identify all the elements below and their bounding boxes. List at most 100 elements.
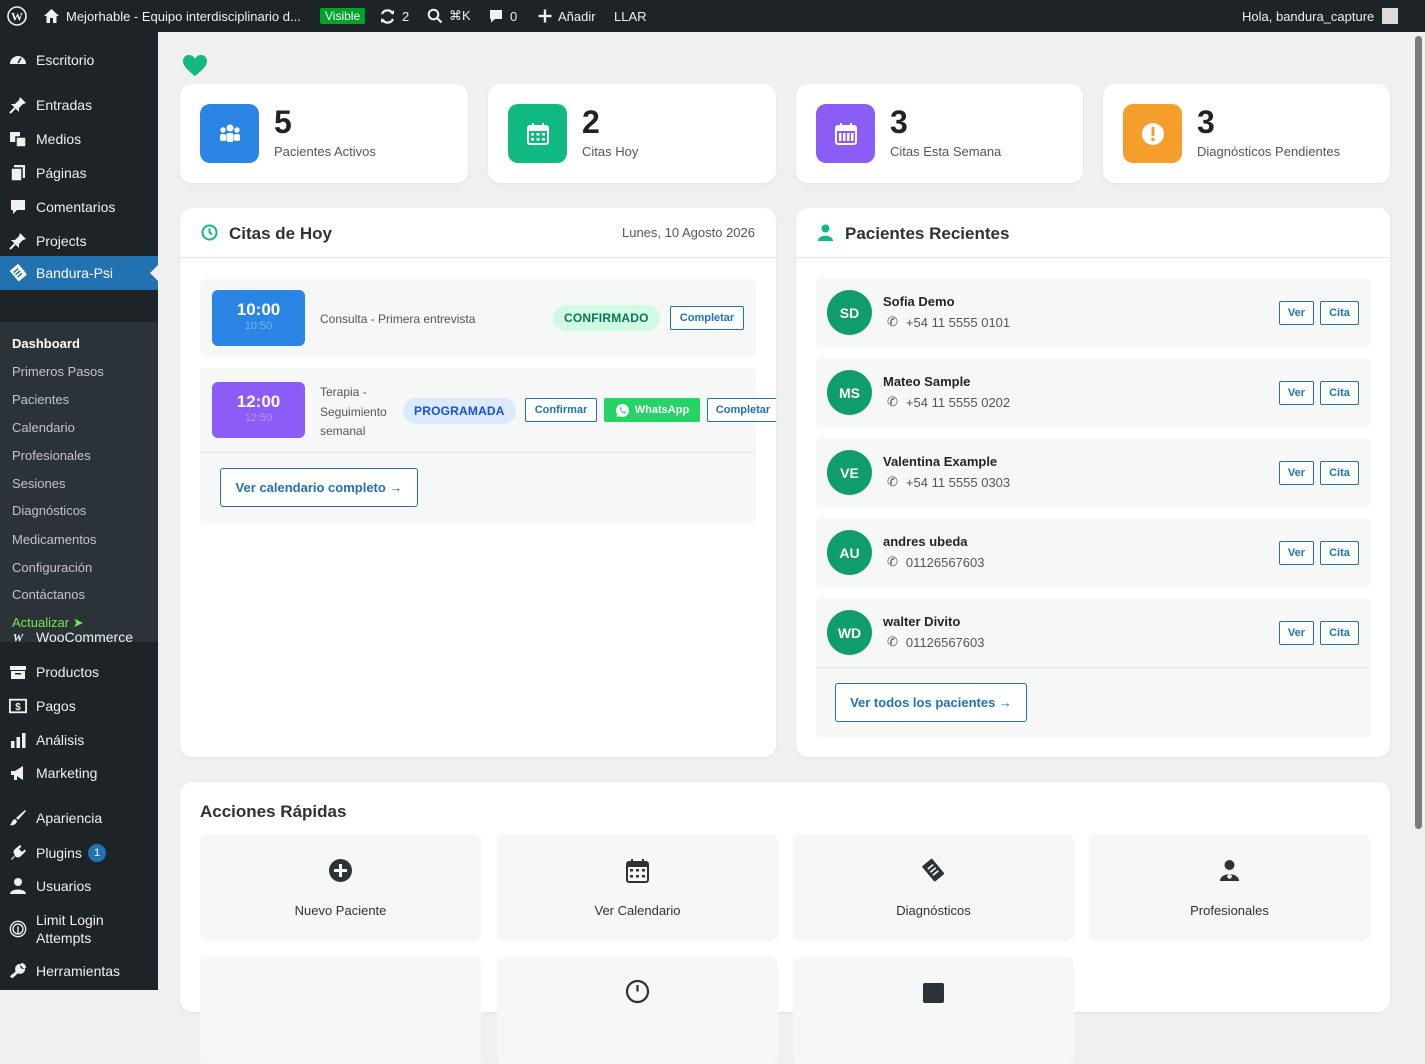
patient-row: AU andres ubeda ✆ 01126567603 Ver Cita (816, 518, 1371, 587)
submenu-primeros-pasos[interactable]: Primeros Pasos (12, 364, 104, 379)
phone-icon: ✆ (887, 634, 898, 649)
stat-card-diagnosticos-pendientes[interactable]: 3 Diagnósticos Pendientes (1103, 84, 1390, 183)
phone-icon: ✆ (887, 394, 898, 409)
scrollbar-thumb[interactable] (1415, 36, 1422, 829)
svg-text:$: $ (15, 702, 21, 713)
appointment-end-time: 12:50 (244, 412, 273, 424)
panel-title: Pacientes Recientes (845, 224, 1010, 243)
completar-button[interactable]: Completar (707, 398, 776, 422)
stat-label: Pacientes Activos (274, 144, 376, 159)
comment-icon (490, 10, 502, 23)
ver-button[interactable]: Ver (1279, 461, 1314, 485)
appointment-time: 10:00 (236, 300, 281, 319)
ver-button[interactable]: Ver (1279, 381, 1314, 405)
quick-action-label: Nuevo Paciente (294, 903, 387, 918)
ver-todos-pacientes-link[interactable]: Ver todos los pacientes → (835, 683, 1027, 722)
patient-phone: ✆ +54 11 5555 0202 (887, 394, 1011, 410)
appointment-row: 10:00 10:50 Consulta - Primera entrevist… (200, 279, 756, 357)
users-icon (200, 104, 259, 163)
admin-sidebar: Escritorio Entradas Medios Páginas Comen… (0, 32, 158, 990)
cita-button[interactable]: Cita (1320, 621, 1359, 645)
ver-button[interactable]: Ver (1279, 621, 1314, 645)
calendar-icon (625, 858, 650, 883)
stat-card-citas-hoy[interactable]: 2 Citas Hoy (488, 84, 776, 183)
user-icon (818, 224, 833, 241)
quick-action-ver-calendario[interactable]: Ver Calendario (497, 834, 778, 941)
quick-action-tile[interactable] (497, 957, 778, 1064)
sidebar-item-analisis[interactable]: Análisis (0, 729, 158, 751)
stat-card-citas-semana[interactable]: 3 Citas Esta Semana (796, 84, 1083, 183)
ver-calendario-link[interactable]: Ver calendario completo → (220, 468, 418, 507)
sidebar-item-usuarios[interactable]: Usuarios (0, 875, 158, 897)
sidebar-item-paginas[interactable]: Páginas (0, 162, 158, 184)
refresh-icon (380, 8, 395, 24)
fingerprint-icon (9, 920, 27, 938)
acciones-rapidas-panel: Acciones Rápidas Nuevo Paciente Ver Cale… (180, 782, 1390, 1064)
sidebar-item-medios[interactable]: Medios (0, 128, 158, 150)
site-name-link[interactable]: Mejorhable - Equipo interdisciplinario d… (43, 0, 301, 32)
sidebar-item-productos[interactable]: Productos (0, 661, 158, 683)
comments-link[interactable]: 0 (488, 0, 517, 32)
add-new-link[interactable]: Añadir (538, 0, 596, 32)
sidebar-item-pagos[interactable]: $ Pagos (0, 695, 158, 717)
patient-name: Valentina Example (883, 454, 998, 469)
submenu-profesionales[interactable]: Profesionales (12, 448, 91, 463)
quick-action-diagnosticos[interactable]: Diagnósticos (793, 834, 1074, 941)
quick-action-label: Diagnósticos (896, 903, 971, 918)
search-button[interactable]: ⌘K (427, 0, 471, 32)
panel-header: Pacientes Recientes (796, 208, 1390, 258)
stat-value: 5 (274, 104, 292, 140)
submenu-medicamentos[interactable]: Medicamentos (12, 532, 97, 547)
confirmar-button[interactable]: Confirmar (525, 398, 597, 422)
page-scrollbar[interactable] (1412, 32, 1425, 990)
llar-link[interactable]: LLAR (614, 0, 647, 32)
home-icon (44, 9, 59, 23)
cita-button[interactable]: Cita (1320, 541, 1359, 565)
user-account-link[interactable]: Hola, bandura_capture (1242, 0, 1399, 32)
cita-button[interactable]: Cita (1320, 381, 1359, 405)
time-box: 10:00 10:50 (212, 290, 305, 346)
sidebar-item-apariencia[interactable]: Apariencia (0, 807, 158, 829)
submenu-pacientes[interactable]: Pacientes (12, 392, 69, 407)
submenu-contactanos[interactable]: Contáctanos (12, 587, 85, 602)
whatsapp-button[interactable]: WhatsApp (604, 398, 700, 422)
cita-button[interactable]: Cita (1320, 461, 1359, 485)
submenu-diagnosticos[interactable]: Diagnósticos (12, 503, 86, 518)
submenu-configuracion[interactable]: Configuración (12, 560, 92, 575)
quick-action-tile[interactable] (200, 957, 481, 1064)
sidebar-item-woocommerce[interactable]: W WooCommerce (0, 626, 158, 648)
sidebar-item-plugins[interactable]: Plugins 1 (0, 842, 158, 864)
avatar: VE (827, 450, 872, 495)
ver-button[interactable]: Ver (1279, 541, 1314, 565)
wrench-icon (9, 962, 27, 980)
cita-button[interactable]: Cita (1320, 301, 1359, 325)
submenu-calendario[interactable]: Calendario (12, 420, 75, 435)
sidebar-item-bandura-psi[interactable]: Bandura-Psi (0, 256, 158, 290)
patient-name: walter Divito (883, 614, 961, 629)
updates-link[interactable]: 2 (379, 0, 409, 32)
wordpress-logo-icon[interactable]: W (7, 0, 27, 32)
quick-action-nuevo-paciente[interactable]: Nuevo Paciente (200, 834, 481, 941)
admin-bar: W Mejorhable - Equipo interdisciplinario… (0, 0, 1425, 32)
quick-action-profesionales[interactable]: Profesionales (1089, 834, 1370, 941)
updates-count: 2 (402, 8, 410, 24)
ver-button[interactable]: Ver (1279, 301, 1314, 325)
sidebar-item-limit-login[interactable]: Limit Login Attempts (0, 911, 158, 947)
appointment-description: Terapia - Seguimiento semanal (320, 385, 387, 438)
sidebar-item-entradas[interactable]: Entradas (0, 94, 158, 116)
chart-icon (921, 979, 946, 1004)
sidebar-item-marketing[interactable]: Marketing (0, 762, 158, 784)
media-icon (9, 130, 27, 148)
stat-card-pacientes-activos[interactable]: 5 Pacientes Activos (180, 84, 468, 183)
sidebar-item-herramientas[interactable]: Herramientas (0, 960, 158, 982)
submenu-dashboard[interactable]: Dashboard (12, 336, 80, 351)
sidebar-item-projects[interactable]: Projects (0, 230, 158, 252)
sidebar-item-comentarios[interactable]: Comentarios (0, 196, 158, 218)
sidebar-item-escritorio[interactable]: Escritorio (0, 49, 158, 71)
submenu-sesiones[interactable]: Sesiones (12, 476, 65, 491)
site-name: Mejorhable - Equipo interdisciplinario d… (66, 8, 301, 24)
completar-button[interactable]: Completar (670, 306, 744, 330)
quick-action-tile[interactable] (793, 957, 1074, 1064)
visibility-badge[interactable]: Visible (320, 0, 366, 32)
woo-icon: W (9, 628, 27, 646)
